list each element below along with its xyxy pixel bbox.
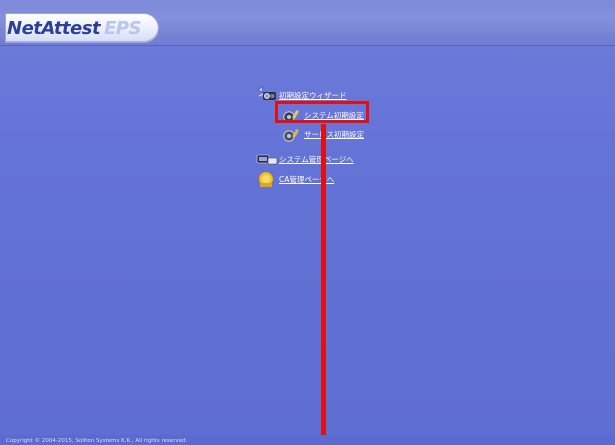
page: NetAttest EPS 初期設定ウィザード システム初期設定 サービス初期設… — [0, 0, 615, 445]
wizard-icon — [256, 86, 278, 104]
logo-edition: EPS — [104, 18, 142, 39]
menu-item-ca-admin[interactable]: CA管理ページへ — [256, 170, 334, 188]
header-bar: NetAttest EPS — [0, 0, 615, 46]
footer-bar: Copyright © 2004-2015, Soliton Systems K… — [0, 435, 615, 445]
system-setup-icon — [281, 106, 303, 124]
menu-item-wizard[interactable]: 初期設定ウィザード — [256, 86, 347, 104]
logo-name: NetAttest — [7, 18, 101, 39]
menu-item-service-init[interactable]: サービス初期設定 — [281, 125, 364, 143]
wizard-link[interactable]: 初期設定ウィザード — [279, 90, 347, 101]
product-logo: NetAttest EPS — [7, 18, 142, 39]
system-admin-link[interactable]: システム管理ページへ — [279, 154, 354, 165]
service-setup-icon — [281, 125, 303, 143]
system-init-link[interactable]: システム初期設定 — [304, 110, 364, 121]
ca-admin-icon — [256, 170, 278, 188]
ca-admin-link[interactable]: CA管理ページへ — [279, 174, 334, 185]
system-admin-icon — [256, 150, 278, 168]
copyright-text: Copyright © 2004-2015, Soliton Systems K… — [6, 438, 188, 444]
service-init-link[interactable]: サービス初期設定 — [304, 129, 364, 140]
menu-item-system-admin[interactable]: システム管理ページへ — [256, 150, 354, 168]
menu-item-system-init[interactable]: システム初期設定 — [281, 106, 364, 124]
